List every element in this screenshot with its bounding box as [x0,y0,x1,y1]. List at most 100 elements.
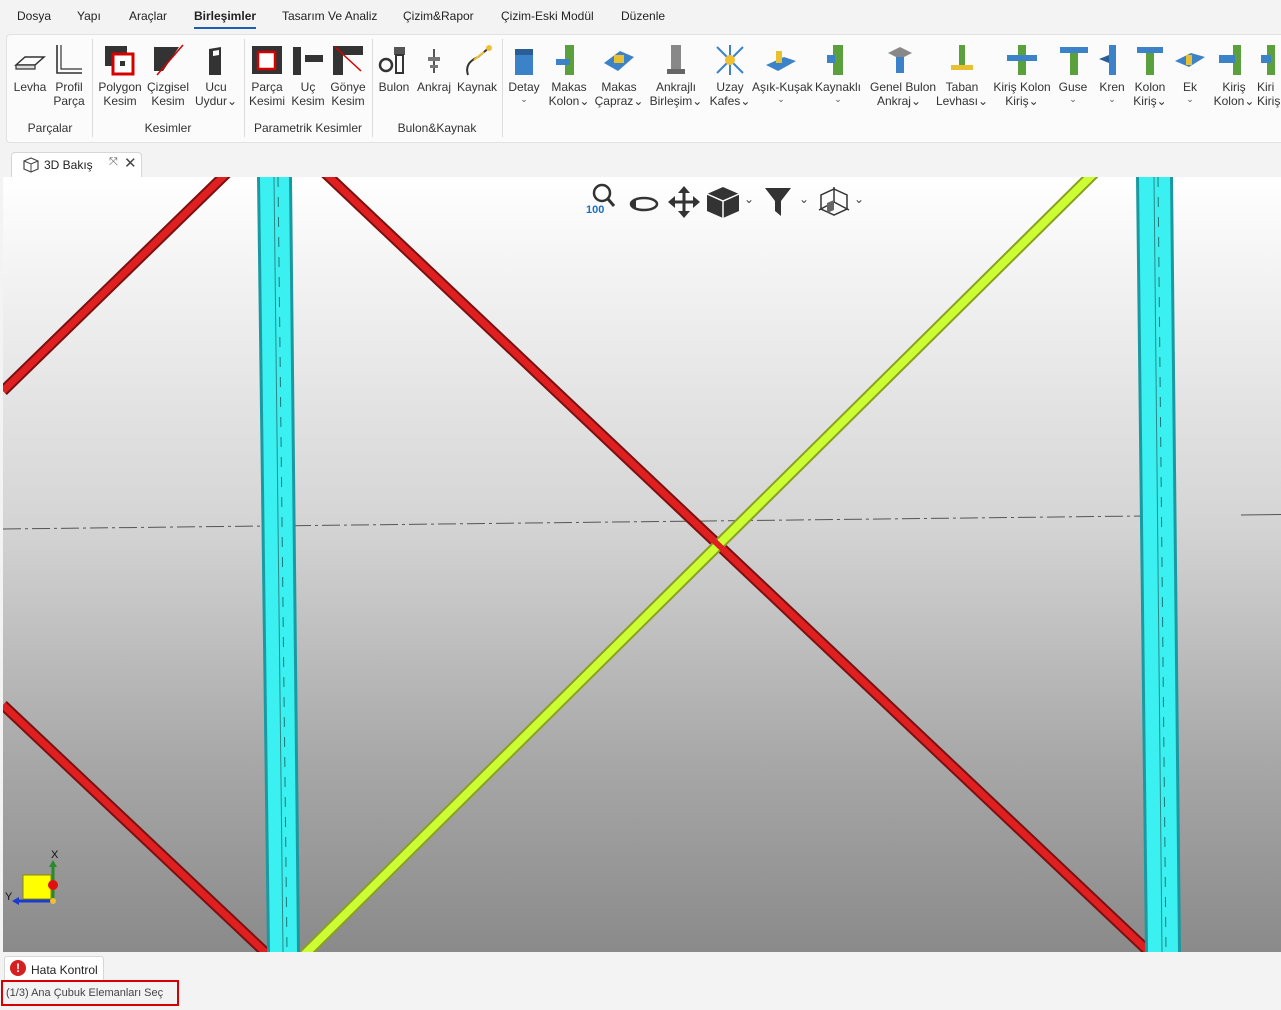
chevron-down-icon: ⌄ [777,94,785,104]
menu-bar: Dosya Yapı Araçlar Birleşimler Tasarım V… [0,0,1281,34]
ankrajli-label-2: Birleşim⌄ [649,94,703,108]
truss-column-icon [556,45,574,75]
genel-bulon-label-2: Ankraj⌄ [876,94,922,108]
kiris-cut-label-2: Kiriş [1257,94,1281,108]
view-toolbar: 100 ⌄ ⌄ ⌄ [583,182,868,224]
taban-label-2: Levhası⌄ [935,94,989,108]
status-bar: (1/3) Ana Çubuk Elemanları Seç [0,980,1281,1010]
error-check-tab[interactable]: ! Hata Kontrol [4,956,104,982]
rotate-icon[interactable] [628,190,660,216]
tab-3d-label: 3D Bakış [44,158,93,172]
truss-brace-icon [604,51,634,71]
menu-cizim-eski-modul[interactable]: Çizim-Eski Modül [501,9,594,23]
column-left[interactable] [257,177,300,952]
zoom-level: 100 [586,204,605,216]
polygon-cut-icon [105,46,135,76]
splice-icon [1175,53,1205,67]
miter-cut-icon [333,46,363,75]
model-canvas[interactable] [3,177,1281,952]
ribbon: Levha Profil Parça Parçalar Polygon Kesim … [6,34,1281,143]
menu-duzenle[interactable]: Düzenle [621,9,665,23]
kiris-kolon-label-1: Kiriş [1222,80,1246,94]
cube-icon[interactable] [705,185,741,219]
anchored-joint-icon [667,45,685,74]
status-prompt-highlight: (1/3) Ana Çubuk Elemanları Seç [1,980,179,1006]
pan-icon[interactable] [667,185,701,219]
view-cube-axes-icon[interactable] [817,185,851,219]
kiris-kolon-label-2: Kolon⌄ [1213,94,1255,108]
makas-capraz-label-2: Çapraz⌄ [594,94,644,108]
chevron-down-icon: ⌄ [834,94,842,104]
red-brace[interactable] [321,177,1152,952]
error-check-label: Hata Kontrol [31,963,98,977]
menu-dosya[interactable]: Dosya [17,9,51,23]
uzay-label-1: Uzay [716,80,744,94]
group-label-parcalar: Parçalar [27,121,73,135]
ucu-label-1: Ucu [205,80,227,94]
menu-tasarim-ve-analiz[interactable]: Tasarım Ve Analiz [282,9,377,23]
profil-label-2: Parça [53,94,85,108]
ankrajli-label-1: Ankrajlı [655,80,696,94]
asik-label: Aşık-Kuşak [752,80,813,94]
group-label-bulon-kaynak: Bulon&Kaynak [397,121,477,135]
zoom-button[interactable]: 100 [583,182,617,222]
filter-icon[interactable] [763,186,793,218]
cube-view-icon [23,157,39,173]
menu-birlesimler[interactable]: Birleşimler [194,9,257,29]
pin-icon[interactable]: ⤧ [109,156,118,169]
selected-brace[interactable] [299,177,1099,952]
angle-profile-icon [56,45,82,74]
end-cut-icon [293,47,323,75]
group-label-parametrik: Parametrik Kesimler [253,121,363,135]
taban-label-1: Taban [945,80,979,94]
status-prompt-text: (1/3) Ana Çubuk Elemanları Seç [6,987,164,999]
kkk-label-1: Kiriş Kolon [993,80,1051,94]
purlin-icon [766,51,796,71]
genel-bulon-label-1: Genel Bulon [870,80,937,94]
kiris-cut-label-1: Kiri [1257,80,1275,94]
crane-icon [1099,45,1116,75]
menu-cizim-rapor[interactable]: Çizim&Rapor [403,9,474,23]
red-brace[interactable] [3,700,272,952]
reference-axis-line [3,515,1144,530]
menu-yapi[interactable]: Yapı [77,9,101,23]
weld-icon [466,45,492,76]
anchor-icon [428,49,440,73]
menu-araclar[interactable]: Araçlar [129,9,167,23]
kkk-label-2: Kiriş⌄ [1005,94,1039,108]
general-bolt-anchor-icon [888,47,912,73]
gusset-icon [1060,47,1088,75]
base-plate-icon [951,45,973,70]
error-icon: ! [10,960,26,976]
close-icon[interactable]: ✕ [124,154,137,172]
gonye-label-2: Kesim [331,94,365,108]
bolt-icon [378,47,405,74]
chevron-down-icon[interactable]: ⌄ [799,192,809,206]
makas-capraz-label-1: Makas [601,80,637,94]
column-beam-icon [1137,47,1163,75]
ucu-label-2: Uydur⌄ [194,94,238,108]
profil-label-1: Profil [55,80,83,94]
tab-3d-view[interactable]: 3D Bakış ⤧ ✕ [11,152,142,177]
axis-gizmo: X Y [3,849,67,911]
error-panel: ! Hata Kontrol [0,952,1281,982]
red-brace[interactable] [3,177,231,395]
group-label-kesimler: Kesimler [144,121,192,135]
part-cut-icon [252,46,282,74]
chevron-down-icon[interactable]: ⌄ [854,192,864,206]
line-cut-icon [154,44,184,76]
x-axis-label: X [51,849,59,861]
beam-column-beam-icon [1007,45,1037,75]
3d-viewport[interactable]: 100 ⌄ ⌄ ⌄ X Y [3,177,1281,952]
reference-axis-line [1240,514,1281,516]
plate-icon [14,56,46,70]
welded-joint-icon [827,45,843,75]
chevron-down-icon[interactable]: ⌄ [744,192,754,206]
uzay-label-2: Kafes⌄ [709,94,751,108]
beam-column-icon [1219,45,1241,75]
column-right[interactable] [1136,177,1181,952]
beam-icon [1261,45,1275,75]
detail-connection-icon [515,49,533,75]
space-frame-icon [716,45,744,75]
view-tab-bar: 3D Bakış ⤧ ✕ [0,148,1281,177]
